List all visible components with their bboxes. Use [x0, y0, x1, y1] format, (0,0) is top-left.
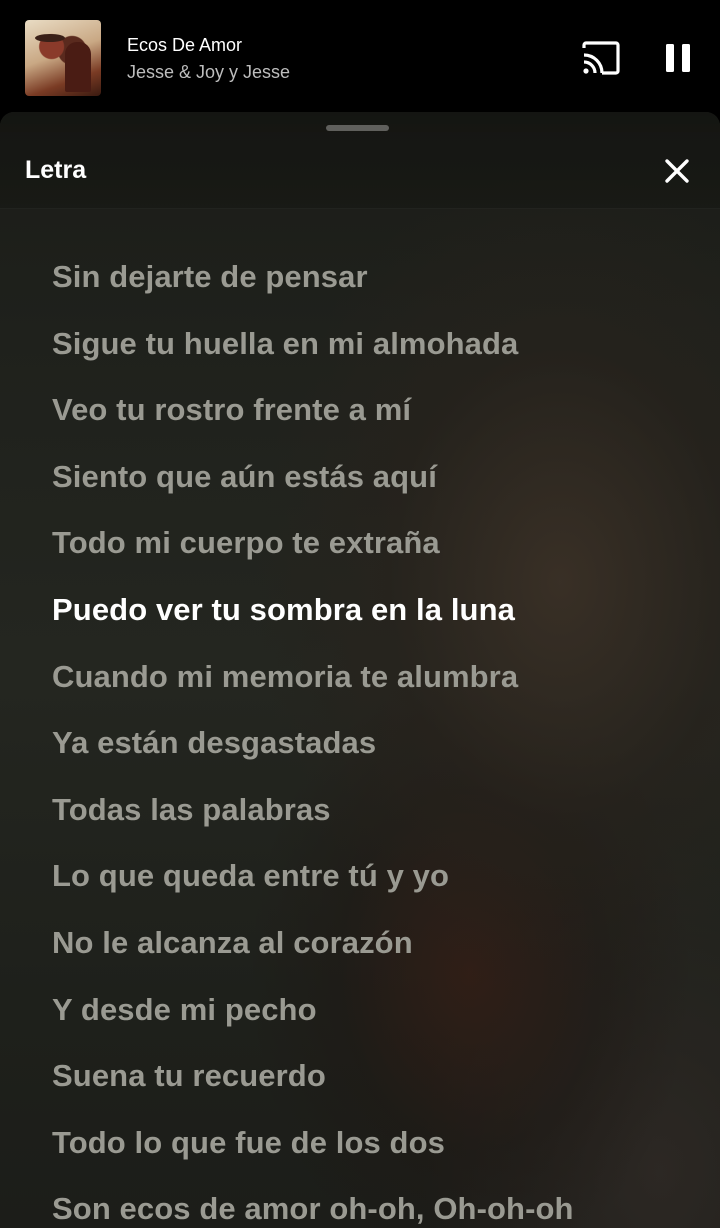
cast-button[interactable] — [580, 40, 622, 76]
lyric-line[interactable]: Sin dejarte de pensar — [52, 252, 692, 319]
screen: Ecos De Amor Jesse & Joy y Jesse Letra S… — [0, 0, 720, 1228]
lyric-line[interactable]: Todo lo que fue de los dos — [52, 1118, 692, 1185]
lyric-line[interactable]: Ya están desgastadas — [52, 718, 692, 785]
lyric-line[interactable]: Cuando mi memoria te alumbra — [52, 652, 692, 719]
album-art-figure — [65, 42, 91, 92]
pause-icon — [666, 44, 690, 72]
lyric-line-active[interactable]: Puedo ver tu sombra en la luna — [52, 585, 692, 652]
lyric-line[interactable]: No le alcanza al corazón — [52, 918, 692, 985]
song-artist[interactable]: Jesse & Joy y Jesse — [127, 62, 290, 82]
pause-button[interactable] — [660, 40, 696, 76]
lyric-line[interactable]: Son ecos de amor oh-oh, Oh-oh-oh — [52, 1184, 692, 1228]
album-art[interactable] — [25, 20, 101, 96]
lyric-line[interactable]: Lo que queda entre tú y yo — [52, 851, 692, 918]
close-button[interactable] — [658, 152, 696, 190]
lyric-line[interactable]: Veo tu rostro frente a mí — [52, 385, 692, 452]
lyrics-sheet-title: Letra — [25, 156, 87, 184]
cast-icon — [582, 41, 620, 75]
lyrics-list[interactable]: Sin dejarte de pensar Sigue tu huella en … — [52, 252, 692, 1228]
mini-player[interactable]: Ecos De Amor Jesse & Joy y Jesse — [0, 0, 720, 115]
lyric-line[interactable]: Suena tu recuerdo — [52, 1051, 692, 1118]
lyric-line[interactable]: Sigue tu huella en mi almohada — [52, 319, 692, 386]
lyric-line[interactable]: Y desde mi pecho — [52, 985, 692, 1052]
lyric-line[interactable]: Siento que aún estás aquí — [52, 452, 692, 519]
close-icon — [665, 159, 689, 183]
song-title[interactable]: Ecos De Amor — [127, 35, 242, 55]
lyric-line[interactable]: Todo mi cuerpo te extraña — [52, 518, 692, 585]
lyrics-sheet: Letra Sin dejarte de pensar Sigue tu huel… — [0, 112, 720, 1228]
lyric-line[interactable]: Todas las palabras — [52, 785, 692, 852]
drag-handle[interactable] — [326, 125, 389, 131]
album-art-hat — [35, 34, 65, 42]
